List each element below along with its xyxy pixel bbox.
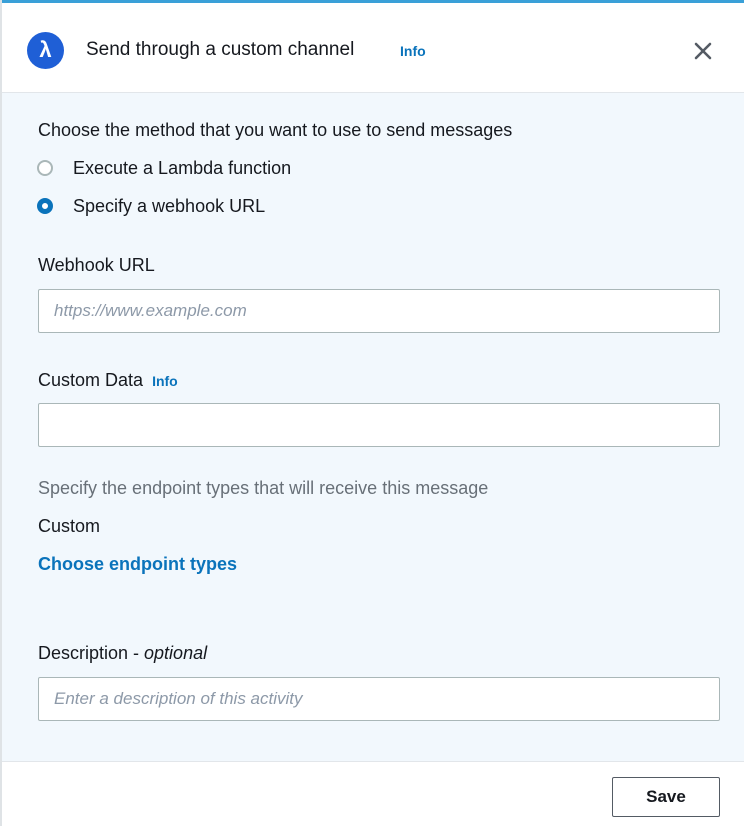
description-label: Description - <box>38 643 145 663</box>
method-prompt: Choose the method that you want to use t… <box>38 120 513 140</box>
panel-header: λ Send through a custom channel Info <box>2 3 744 93</box>
header-info-link[interactable]: Info <box>400 43 426 59</box>
close-icon[interactable] <box>688 36 718 66</box>
custom-data-input[interactable] <box>38 403 720 447</box>
lambda-icon: λ <box>27 32 64 69</box>
radio-label-webhook: Specify a webhook URL <box>73 195 266 216</box>
description-optional-label: optional <box>144 643 208 663</box>
save-button[interactable]: Save <box>612 777 720 817</box>
endpoint-types-hint: Specify the endpoint types that will rec… <box>38 478 489 498</box>
radio-webhook-option[interactable]: Specify a webhook URL <box>37 194 265 218</box>
custom-data-label-row: Custom Data Info <box>38 370 178 391</box>
radio-button-webhook[interactable] <box>37 198 53 214</box>
endpoint-types-current: Custom <box>38 516 101 536</box>
radio-lambda-option[interactable]: Execute a Lambda function <box>37 156 291 180</box>
radio-label-lambda: Execute a Lambda function <box>73 157 292 178</box>
description-input[interactable] <box>38 677 720 721</box>
webhook-url-input[interactable] <box>38 289 720 333</box>
custom-data-info-link[interactable]: Info <box>152 373 178 389</box>
webhook-url-label: Webhook URL <box>38 255 155 275</box>
custom-data-label: Custom Data <box>38 370 144 390</box>
choose-endpoint-types-link[interactable]: Choose endpoint types <box>38 554 237 575</box>
radio-button-lambda[interactable] <box>37 160 53 176</box>
description-label-row: Description - optional <box>38 643 207 664</box>
panel-title: Send through a custom channel <box>86 39 355 60</box>
